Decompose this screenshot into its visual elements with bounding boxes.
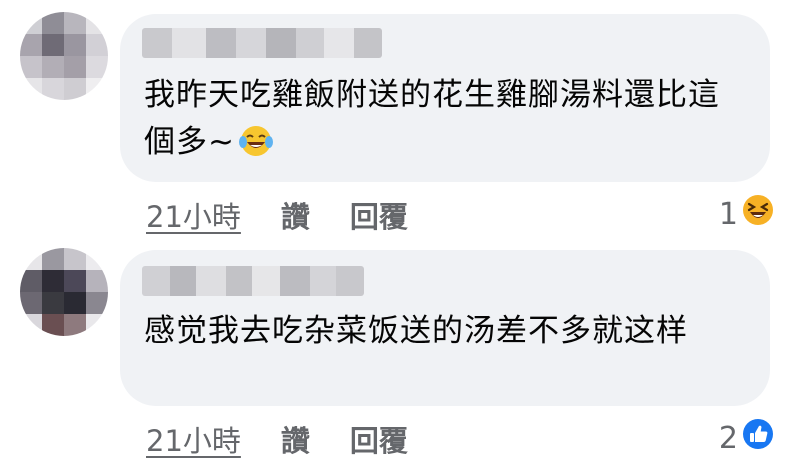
tears-of-joy-emoji-icon — [238, 124, 273, 172]
laughing-emoji-icon — [742, 194, 774, 234]
comment-actions: 21小時 讚 回覆 — [146, 194, 448, 236]
reaction-count: 1 — [718, 196, 738, 232]
author-name[interactable] — [142, 28, 382, 58]
reaction-summary[interactable]: 1 — [719, 194, 774, 234]
thumbs-up-icon — [742, 418, 774, 458]
author-name[interactable] — [142, 266, 364, 296]
comment-text: 我昨天吃雞飯附送的花生雞腳湯料還比這個多~ — [144, 72, 748, 172]
avatar[interactable] — [20, 12, 108, 100]
avatar[interactable] — [20, 248, 108, 336]
reaction-summary[interactable]: 2 — [719, 418, 774, 458]
comment-text: 感觉我去吃杂菜饭送的汤差不多就这样 — [144, 313, 688, 349]
comment-bubble: 我昨天吃雞飯附送的花生雞腳湯料還比這個多~ — [120, 14, 770, 182]
reply-button[interactable]: 回覆 — [350, 418, 408, 460]
comment-bubble: 感觉我去吃杂菜饭送的汤差不多就这样 — [120, 250, 770, 406]
timestamp-link[interactable]: 21小時 — [146, 418, 241, 460]
like-button[interactable]: 讚 — [281, 418, 310, 460]
comment-actions: 21小時 讚 回覆 — [146, 418, 448, 460]
reply-button[interactable]: 回覆 — [350, 194, 408, 236]
comment-thread: 我昨天吃雞飯附送的花生雞腳湯料還比這個多~ 21小時 讚 回覆 1 感觉我去吃杂… — [0, 0, 800, 468]
timestamp-link[interactable]: 21小時 — [146, 194, 241, 236]
reaction-count: 2 — [718, 420, 738, 456]
like-button[interactable]: 讚 — [281, 194, 310, 236]
